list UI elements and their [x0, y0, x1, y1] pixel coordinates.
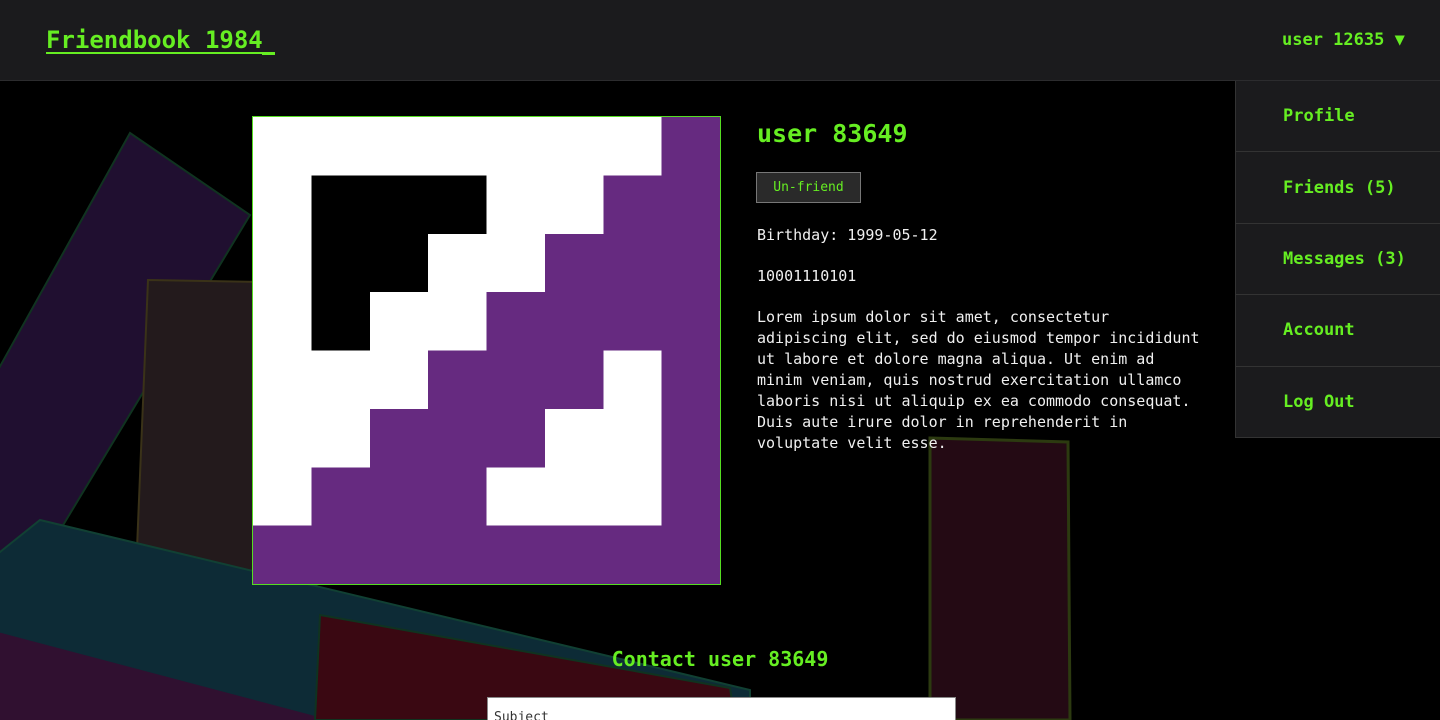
menu-item-friends[interactable]: Friends (5): [1236, 152, 1440, 224]
contact-heading-text: Contact user 83649: [611, 647, 829, 671]
profile-birthday: Birthday: 1999-05-12: [757, 226, 938, 244]
contact-heading: Contact user 83649: [0, 647, 1440, 671]
menu-item-messages[interactable]: Messages (3): [1236, 224, 1440, 296]
user-menu-trigger[interactable]: user 12635 ▼: [1282, 30, 1405, 50]
unfriend-button[interactable]: Un-friend: [756, 172, 861, 203]
profile-name: user 83649: [757, 119, 908, 148]
profile-bio: Lorem ipsum dolor sit amet, consectetur …: [757, 308, 1200, 452]
user-dropdown-menu: Profile Friends (5) Messages (3) Account…: [1235, 81, 1440, 438]
menu-item-log-out[interactable]: Log Out: [1236, 367, 1440, 438]
menu-item-profile[interactable]: Profile: [1236, 81, 1440, 153]
bg-shape-maroon-panel: [928, 436, 1072, 720]
menu-item-account[interactable]: Account: [1236, 295, 1440, 367]
page: Friendbook 1984 user 12635 ▼ Profile Fri…: [0, 0, 1440, 720]
top-navigation-bar: Friendbook 1984 user 12635 ▼: [0, 0, 1440, 81]
profile-binary-id: 10001110101: [757, 267, 857, 285]
subject-input[interactable]: [487, 697, 956, 720]
brand-logo-link[interactable]: Friendbook 1984: [46, 26, 263, 54]
blinking-cursor: [262, 52, 275, 55]
profile-avatar: [252, 116, 721, 585]
